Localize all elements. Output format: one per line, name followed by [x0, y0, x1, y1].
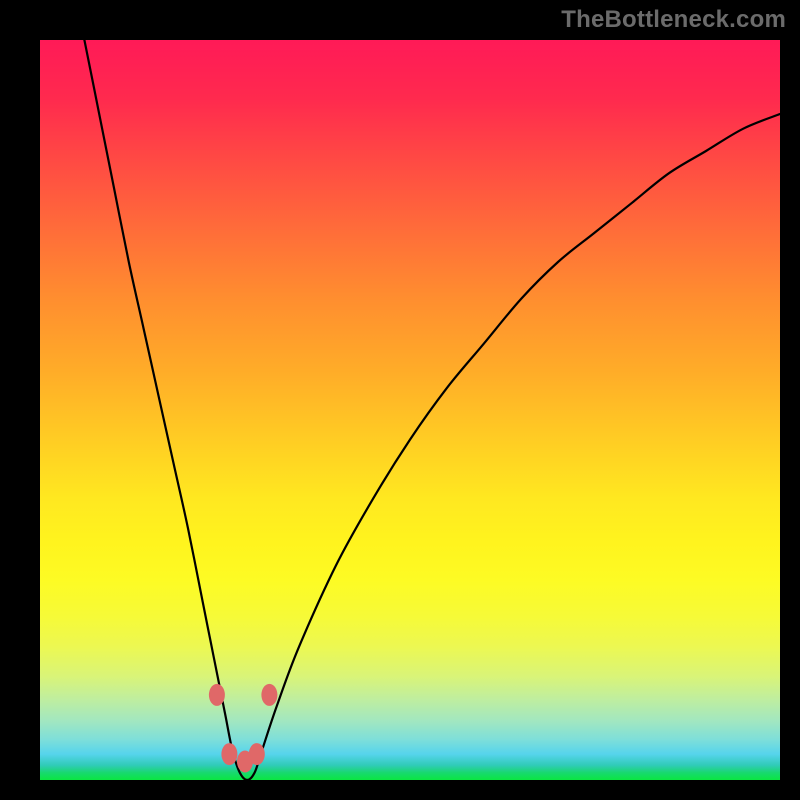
watermark-text: TheBottleneck.com	[561, 6, 786, 34]
curve-marker-4	[261, 684, 277, 706]
chart-frame: TheBottleneck.com	[0, 0, 800, 800]
curve-layer	[40, 40, 780, 780]
bottleneck-curve	[84, 40, 780, 780]
curve-marker-1	[221, 743, 237, 765]
plot-area	[40, 40, 780, 780]
curve-marker-0	[209, 684, 225, 706]
curve-marker-3	[249, 743, 265, 765]
